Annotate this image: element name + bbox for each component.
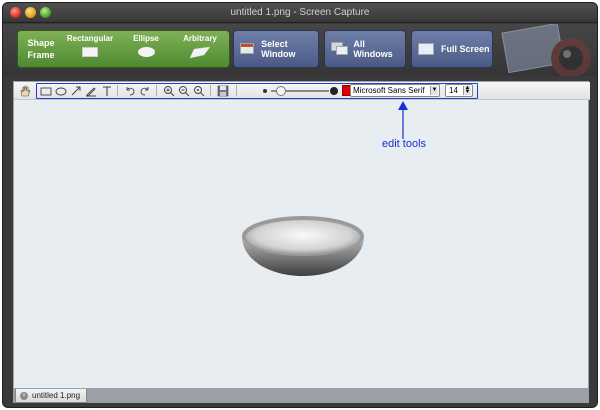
full-screen-button[interactable]: Full Screen [411, 30, 493, 68]
canvas-area: Microsoft Sans Serif ▼ 14 ▲ ▼ edit tools [13, 81, 590, 389]
arbitrary-button[interactable]: Arbitrary [172, 34, 228, 66]
arbitrary-shape-icon [189, 46, 211, 64]
select-window-button[interactable]: Select Window [233, 30, 319, 68]
full-screen-icon [418, 42, 436, 56]
all-windows-label: All Windows [353, 39, 393, 59]
ellipse-icon [137, 47, 155, 57]
captured-bowl-image [242, 216, 364, 276]
document-tab-bar: × untitled 1.png [13, 389, 589, 403]
stepper-arrows-icon: ▲ ▼ [463, 85, 471, 95]
zoom-out-icon[interactable] [177, 84, 190, 97]
zoom-fit-icon[interactable] [192, 84, 205, 97]
hand-icon[interactable] [18, 84, 31, 97]
text-tool-icon[interactable] [100, 84, 113, 97]
ellipse-button[interactable]: Ellipse [122, 34, 170, 66]
redo-icon[interactable] [138, 84, 151, 97]
all-windows-button[interactable]: All Windows [324, 30, 406, 68]
shape-frame-group: Shape Frame Rectangular Ellipse Arbitrar… [17, 30, 230, 68]
annotation-arrow-icon [398, 101, 408, 139]
screen-capture-window: untitled 1.png - Screen Capture Shape Fr… [2, 2, 598, 408]
stroke-width-slider-knob[interactable] [276, 86, 286, 96]
ellipse-label: Ellipse [133, 34, 159, 43]
rectangular-button[interactable]: Rectangular [62, 34, 118, 66]
font-size-value: 14 [449, 86, 458, 95]
toolbar-divider [236, 85, 237, 96]
edit-tools-bar: Microsoft Sans Serif ▼ 14 ▲ ▼ [14, 82, 590, 100]
close-tab-icon[interactable]: × [20, 392, 28, 400]
font-family-select[interactable]: Microsoft Sans Serif ▼ [350, 84, 440, 97]
rectangular-label: Rectangular [66, 34, 114, 43]
zoom-in-icon[interactable] [162, 84, 175, 97]
rectangle-icon [82, 47, 98, 57]
all-windows-icon [331, 42, 348, 56]
ellipse-tool-icon[interactable] [54, 84, 67, 97]
undo-icon[interactable] [123, 84, 136, 97]
capture-toolbar: Shape Frame Rectangular Ellipse Arbitrar… [3, 24, 597, 76]
document-tab-label: untitled 1.png [32, 391, 81, 400]
select-window-label: Select Window [261, 39, 296, 59]
select-window-icon [240, 42, 256, 56]
chevron-down-icon: ▼ [430, 86, 438, 95]
min-stroke-icon [263, 89, 267, 93]
shape-frame-label: Shape Frame [27, 38, 55, 60]
camera-decoration-icon [501, 24, 591, 76]
rectangle-tool-icon[interactable] [39, 84, 52, 97]
save-icon[interactable] [216, 84, 229, 97]
edit-tools-annotation: edit tools [382, 138, 427, 150]
pen-tool-icon[interactable] [84, 84, 97, 97]
toolbar-divider [156, 85, 157, 96]
window-title: untitled 1.png - Screen Capture [230, 7, 370, 18]
arbitrary-label: Arbitrary [183, 34, 217, 43]
full-screen-label: Full Screen [441, 44, 490, 54]
arrow-tool-icon[interactable] [69, 84, 82, 97]
title-bar: untitled 1.png - Screen Capture [3, 3, 597, 23]
toolbar-divider [117, 85, 118, 96]
document-tab[interactable]: × untitled 1.png [15, 389, 87, 403]
font-size-stepper[interactable]: 14 ▲ ▼ [445, 84, 473, 97]
font-family-value: Microsoft Sans Serif [353, 86, 425, 95]
toolbar-divider [210, 85, 211, 96]
max-stroke-icon [330, 87, 338, 95]
